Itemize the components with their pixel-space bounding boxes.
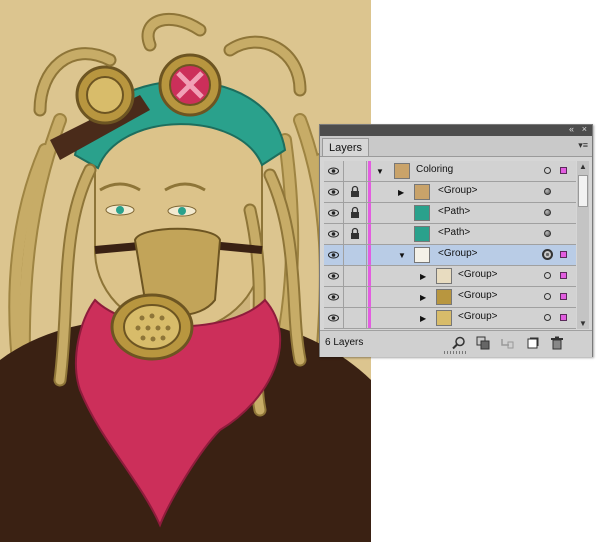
target-icon[interactable] [542, 249, 553, 260]
panel-menu-icon[interactable]: ▾≡ [578, 140, 588, 151]
new-layer-icon[interactable] [526, 336, 540, 350]
lock-toggle[interactable] [344, 266, 367, 286]
target-icon[interactable] [544, 230, 551, 237]
layer-row-group[interactable]: ▶ <Group> [324, 287, 576, 308]
layer-name[interactable]: <Path> [438, 206, 470, 217]
selection-square-icon[interactable] [560, 251, 567, 258]
lock-toggle[interactable] [344, 224, 367, 244]
layer-row-coloring[interactable]: ▼ Coloring [324, 161, 576, 182]
lock-toggle[interactable] [344, 308, 367, 328]
visibility-toggle[interactable] [324, 266, 344, 286]
lock-toggle[interactable] [344, 287, 367, 307]
visibility-toggle[interactable] [324, 308, 344, 328]
expand-icon[interactable]: ▼ [376, 167, 384, 176]
layer-thumbnail [436, 289, 452, 305]
layer-row-group[interactable]: ▶ <Group> [324, 308, 576, 329]
panel-footer: 6 Layers [320, 330, 592, 357]
visibility-toggle[interactable] [324, 224, 344, 244]
scroll-down-icon[interactable]: ▼ [579, 319, 587, 328]
layer-name[interactable]: Coloring [416, 164, 453, 175]
layer-thumbnail [436, 310, 452, 326]
target-icon[interactable] [544, 209, 551, 216]
layer-row-path[interactable]: <Path> [324, 203, 576, 224]
layers-panel: « × Layers ▾≡ ▼ Coloring ▶ <Group> <Path… [319, 124, 593, 357]
layer-thumbnail [414, 205, 430, 221]
close-icon[interactable]: × [582, 124, 587, 135]
visibility-toggle[interactable] [324, 245, 344, 265]
collapse-icon[interactable]: « [569, 124, 574, 135]
layer-row-path[interactable]: <Path> [324, 224, 576, 245]
layer-thumbnail [394, 163, 410, 179]
target-icon[interactable] [544, 188, 551, 195]
layer-color-bar [368, 266, 371, 286]
visibility-toggle[interactable] [324, 161, 344, 181]
layers-list: ▼ Coloring ▶ <Group> <Path> <Path> ▼ <Gr… [324, 161, 576, 329]
layer-row-group-selected[interactable]: ▼ <Group> [324, 245, 576, 266]
search-icon[interactable] [452, 336, 466, 350]
layer-color-bar [368, 287, 371, 307]
expand-icon[interactable]: ▶ [398, 188, 404, 197]
target-icon[interactable] [544, 314, 551, 321]
layer-name[interactable]: <Group> [458, 290, 497, 301]
layer-name[interactable]: <Path> [438, 227, 470, 238]
lock-toggle[interactable] [344, 161, 367, 181]
scroll-up-icon[interactable]: ▲ [579, 162, 587, 171]
layer-color-bar [368, 245, 371, 265]
lock-toggle[interactable] [344, 182, 367, 202]
trash-icon[interactable] [550, 336, 564, 350]
panel-tabbar: Layers ▾≡ [320, 136, 592, 157]
layer-thumbnail [414, 226, 430, 242]
layer-color-bar [368, 182, 371, 202]
selection-square-icon[interactable] [560, 293, 567, 300]
layer-color-bar [368, 161, 371, 181]
panel-titlebar[interactable]: « × [320, 124, 592, 136]
layer-thumbnail [414, 247, 430, 263]
clipping-mask-icon[interactable] [476, 336, 490, 350]
sublayer-icon[interactable] [500, 336, 514, 350]
target-icon[interactable] [544, 167, 551, 174]
layers-scrollbar[interactable]: ▲ ▼ [577, 161, 589, 329]
lock-toggle[interactable] [344, 203, 367, 223]
layer-thumbnail [414, 184, 430, 200]
expand-icon[interactable]: ▶ [420, 293, 426, 302]
lock-toggle[interactable] [344, 245, 367, 265]
selection-square-icon[interactable] [560, 167, 567, 174]
selection-square-icon[interactable] [560, 314, 567, 321]
layer-name[interactable]: <Group> [458, 269, 497, 280]
resize-grip[interactable] [444, 351, 468, 354]
selection-square-icon[interactable] [560, 272, 567, 279]
scroll-thumb[interactable] [578, 175, 588, 207]
layer-thumbnail [436, 268, 452, 284]
expand-icon[interactable]: ▶ [420, 314, 426, 323]
layer-color-bar [368, 203, 371, 223]
layer-name[interactable]: <Group> [438, 185, 477, 196]
target-icon[interactable] [544, 293, 551, 300]
layer-color-bar [368, 308, 371, 328]
target-icon[interactable] [544, 272, 551, 279]
visibility-toggle[interactable] [324, 203, 344, 223]
visibility-toggle[interactable] [324, 182, 344, 202]
layer-name[interactable]: <Group> [458, 311, 497, 322]
layer-name[interactable]: <Group> [438, 248, 477, 259]
layer-color-bar [368, 224, 371, 244]
layer-row-group[interactable]: ▶ <Group> [324, 266, 576, 287]
visibility-toggle[interactable] [324, 287, 344, 307]
expand-icon[interactable]: ▼ [398, 251, 406, 260]
artwork-canvas [0, 0, 371, 542]
expand-icon[interactable]: ▶ [420, 272, 426, 281]
layer-row-group[interactable]: ▶ <Group> [324, 182, 576, 203]
tab-layers[interactable]: Layers [322, 138, 370, 156]
layer-count: 6 Layers [325, 337, 364, 348]
